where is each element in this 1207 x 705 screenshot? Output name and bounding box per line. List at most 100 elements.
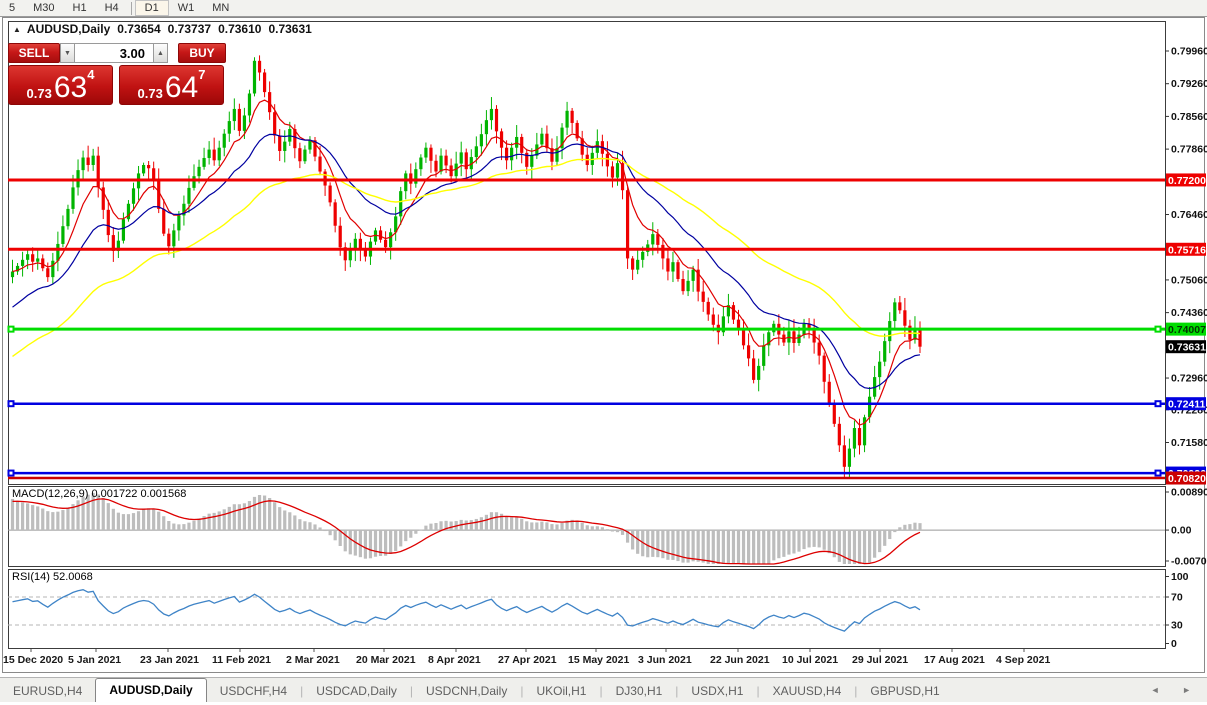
macd-bar xyxy=(192,520,196,531)
volume-down-button[interactable]: ▼ xyxy=(60,43,75,63)
tab-eurusd-h4[interactable]: EURUSD,H4 xyxy=(0,681,95,702)
macd-bar xyxy=(242,503,247,531)
candle-body xyxy=(106,209,110,236)
volume-input[interactable] xyxy=(75,43,153,63)
date-label: 17 Aug 2021 xyxy=(924,654,985,666)
macd-bar xyxy=(701,530,705,563)
tab-usdchf-h4[interactable]: USDCHF,H4 xyxy=(207,681,300,702)
candle-body xyxy=(338,225,342,248)
macd-bar xyxy=(525,521,529,531)
timeframe-button-h4[interactable]: H4 xyxy=(96,0,128,16)
candle-body xyxy=(530,155,534,167)
tab-ukoil-h1[interactable]: UKOil,H1 xyxy=(523,681,599,702)
macd-tick-label: 0.00 xyxy=(1171,525,1192,537)
candle-body xyxy=(308,140,312,150)
ohlc-high: 0.73737 xyxy=(167,22,212,36)
tab-scroll-arrows[interactable]: ◄ ► xyxy=(1151,685,1201,695)
macd-bar xyxy=(126,514,131,531)
macd-bar xyxy=(661,530,665,559)
macd-bar xyxy=(827,530,831,554)
tab-dj30-h1[interactable]: DJ30,H1 xyxy=(603,681,676,702)
candle-body xyxy=(701,291,705,302)
macd-bar xyxy=(363,530,368,559)
macd-bar xyxy=(101,497,105,531)
macd-bar xyxy=(752,530,756,564)
macd-bar xyxy=(394,530,398,552)
macd-bar xyxy=(111,508,115,531)
tab-gbpusd-h1[interactable]: GBPUSD,H1 xyxy=(857,681,952,702)
macd-bar xyxy=(489,512,494,531)
macd-bar xyxy=(615,530,620,533)
candle-body xyxy=(262,72,267,93)
tab-usdcad-daily[interactable]: USDCAD,Daily xyxy=(303,681,410,702)
candle-body xyxy=(61,226,65,244)
timeframe-button-mn[interactable]: MN xyxy=(203,0,238,16)
macd-bar xyxy=(313,524,317,531)
ohlc-open: 0.73654 xyxy=(117,22,161,36)
candle-body xyxy=(615,163,620,178)
candle-body xyxy=(81,157,85,171)
candle-body xyxy=(232,108,236,122)
timeframe-button-5[interactable]: 5 xyxy=(0,0,24,16)
macd-bar xyxy=(540,521,544,531)
macd-bar xyxy=(746,530,751,564)
macd-bar xyxy=(842,530,846,564)
collapse-quotes-icon[interactable]: ▲ xyxy=(13,25,21,34)
macd-value-main: 0.001722 xyxy=(91,488,138,500)
candle-body xyxy=(147,164,151,169)
line-handle-center xyxy=(9,471,13,475)
sell-button[interactable]: SELL xyxy=(8,43,60,63)
macd-bar xyxy=(646,530,650,558)
macd-bar xyxy=(867,530,872,563)
tab-audusd-daily[interactable]: AUDUSD,Daily xyxy=(95,678,207,702)
macd-bar xyxy=(318,527,322,531)
macd-bar xyxy=(31,505,35,531)
macd-bar xyxy=(515,517,519,531)
tab-usdx-h1[interactable]: USDX,H1 xyxy=(678,681,756,702)
timeframe-button-m30[interactable]: M30 xyxy=(24,0,63,16)
candle-body xyxy=(494,108,499,132)
tab-xauusd-h4[interactable]: XAUUSD,H4 xyxy=(760,681,855,702)
macd-label: MACD(12,26,9) 0.001722 0.001568 xyxy=(12,488,186,500)
candle-body xyxy=(192,176,196,188)
buy-button[interactable]: BUY xyxy=(178,43,226,63)
macd-bar xyxy=(116,512,120,531)
macd-bar xyxy=(711,530,715,564)
macd-bar xyxy=(227,506,231,531)
volume-up-button[interactable]: ▲ xyxy=(153,43,168,63)
macd-bar xyxy=(484,514,489,531)
price-tick-label: 0.74360 xyxy=(1171,307,1207,319)
macd-bar xyxy=(504,516,509,531)
sell-price-button[interactable]: 0.73 63 4 xyxy=(8,65,113,105)
macd-bar xyxy=(656,530,660,558)
candle-body xyxy=(666,258,670,272)
macd-bar xyxy=(631,530,635,550)
rsi-tick-label: 30 xyxy=(1171,620,1183,632)
toolbar-separator xyxy=(130,1,132,15)
macd-bar xyxy=(494,512,499,531)
macd-bar xyxy=(893,530,897,533)
macd-bar xyxy=(56,511,60,531)
tab-usdcnh-daily[interactable]: USDCNH,Daily xyxy=(413,681,520,702)
macd-bar xyxy=(469,520,473,531)
chart-canvas[interactable]: 0.79960 0.79260 0.78560 0.77860 0.76460 0.750… xyxy=(0,0,1207,705)
candle-body xyxy=(898,302,902,311)
candle-body xyxy=(26,254,30,260)
macd-bar xyxy=(41,508,45,531)
candle-body xyxy=(903,310,907,326)
timeframe-button-w1[interactable]: W1 xyxy=(169,0,204,16)
macd-bar xyxy=(782,530,786,557)
candle-body xyxy=(51,260,55,278)
candle-body xyxy=(424,147,428,158)
ohlc-low: 0.73610 xyxy=(218,22,262,36)
macd-bar xyxy=(247,501,252,531)
macd-bar xyxy=(298,519,302,531)
candle-body xyxy=(252,60,257,94)
timeframe-button-d1[interactable]: D1 xyxy=(134,0,169,16)
macd-value-signal: 0.001568 xyxy=(140,488,187,500)
macd-bar xyxy=(605,529,610,531)
timeframe-button-h1[interactable]: H1 xyxy=(64,0,96,16)
candle-body xyxy=(167,233,171,247)
candle-body xyxy=(429,147,433,161)
buy-price-button[interactable]: 0.73 64 7 xyxy=(119,65,224,105)
